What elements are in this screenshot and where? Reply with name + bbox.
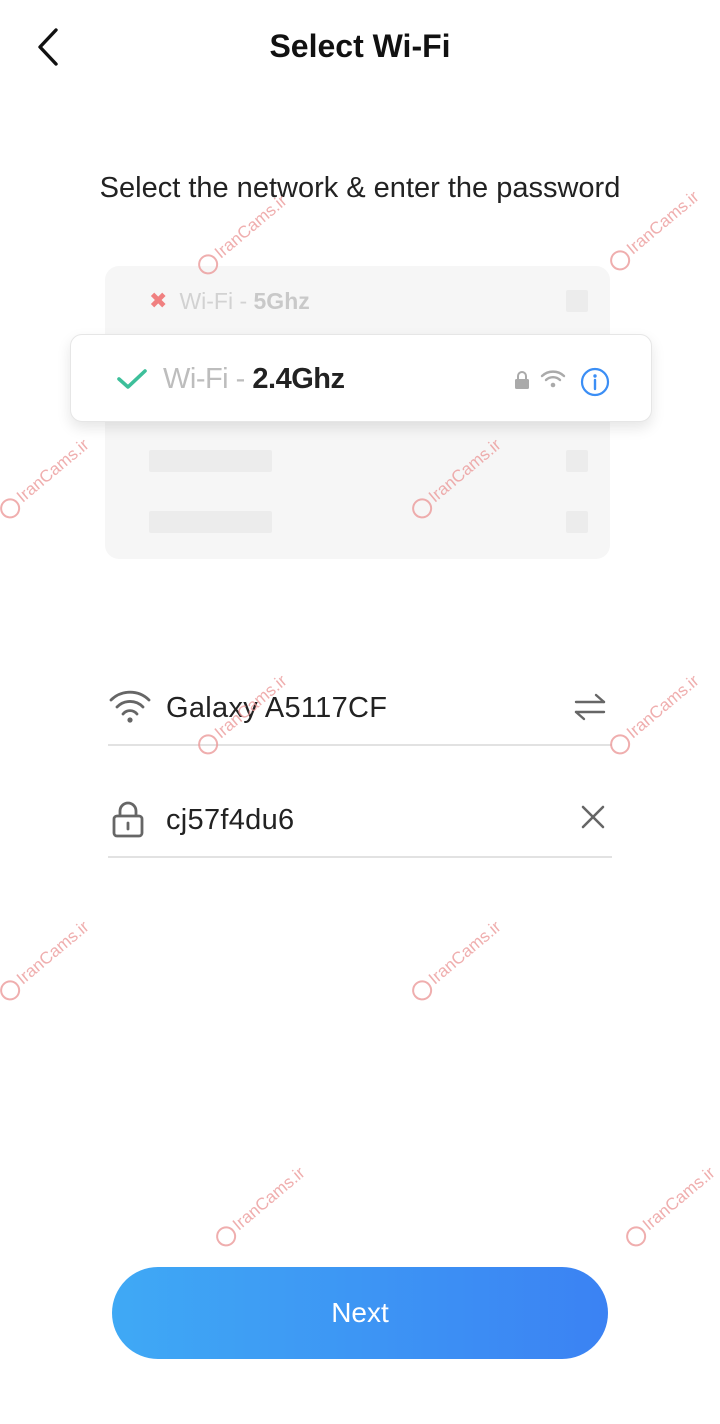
wifi-24ghz-card: Wi-Fi - 2.4Ghz [70,334,652,422]
watermark-text: IranCams.ir [623,671,703,743]
instruction-text: Select the network & enter the password [99,172,621,204]
illus-row-5ghz: ✖ Wi-Fi - 5Ghz [149,288,310,314]
watermark-text: IranCams.ir [639,1163,719,1235]
password-field: cj57f4du6 [108,784,612,858]
watermark: IranCams.ir [605,671,703,759]
wifi-card-label: Wi-Fi - 2.4Ghz [163,363,345,396]
wifi-card-prefix: Wi-Fi - [163,363,253,395]
watermark: IranCams.ir [211,1163,309,1251]
watermark-text: IranCams.ir [13,435,93,507]
checkmark-icon [117,369,147,389]
wifi-icon [109,690,151,723]
watermark: IranCams.ir [407,917,505,1005]
watermark: IranCams.ir [621,1163,719,1251]
lock-icon [112,801,144,838]
watermark-text: IranCams.ir [425,917,505,989]
info-icon[interactable] [580,367,610,397]
placeholder-square [566,511,588,533]
placeholder-bar [149,450,272,472]
watermark-text: IranCams.ir [13,917,93,989]
placeholder-square [566,290,588,312]
illus-5ghz-band: 5Ghz [253,287,310,314]
wifi-signal-icon [540,370,566,388]
clear-icon[interactable] [580,804,606,830]
switch-network-icon[interactable] [574,692,606,722]
watermark: IranCams.ir [0,435,94,523]
x-icon: ✖ [149,288,168,313]
placeholder-bar [149,511,272,533]
watermark: IranCams.ir [0,917,94,1005]
illus-5ghz-prefix: Wi-Fi - [179,287,254,314]
watermark-text: IranCams.ir [229,1163,309,1235]
header: Select Wi-Fi [0,0,720,96]
page-title: Select Wi-Fi [269,28,451,64]
network-field: Galaxy A5117CF [108,672,612,746]
password-input[interactable]: cj57f4du6 [166,804,546,837]
wifi-card-band: 2.4Ghz [252,363,345,395]
lock-icon [515,371,529,389]
placeholder-square [566,450,588,472]
next-button[interactable]: Next [112,1267,608,1359]
